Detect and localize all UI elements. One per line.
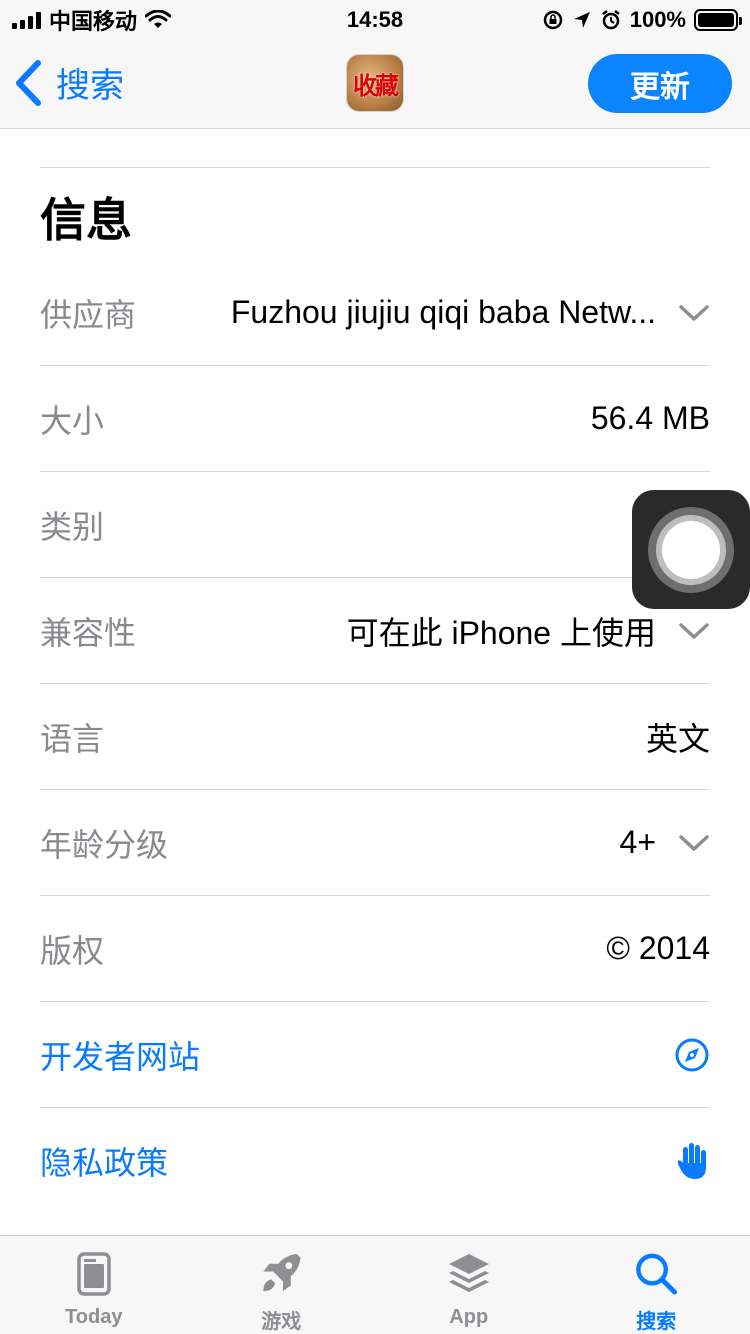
alarm-icon [601, 10, 620, 30]
row-label: 年龄分级 [40, 826, 169, 863]
row-age-rating[interactable]: 年龄分级 4+ [40, 790, 710, 896]
status-bar-right: 100% [542, 7, 742, 33]
carrier-label: 中国移动 [49, 9, 138, 34]
tab-search[interactable]: 搜索 [563, 1236, 750, 1334]
row-value: 可在此 iPhone 上使用 [346, 614, 656, 651]
navigation-bar: 搜索 收藏 更新 [0, 40, 750, 129]
assistive-touch-button[interactable] [632, 490, 750, 609]
layers-icon [448, 1254, 489, 1292]
row-value: 4+ [619, 824, 656, 860]
row-compatibility[interactable]: 兼容性 可在此 iPhone 上使用 [40, 578, 710, 684]
chevron-down-icon [679, 304, 709, 321]
link-label: 隐私政策 [40, 1145, 169, 1181]
row-value: 56.4 MB [590, 400, 710, 436]
battery-percent: 100% [629, 7, 686, 32]
divider [40, 167, 710, 168]
app-icon: 收藏 [347, 55, 403, 111]
search-icon [636, 1253, 678, 1295]
back-button[interactable]: 搜索 [14, 58, 124, 107]
row-label: 大小 [40, 402, 105, 439]
row-language: 语言 英文 [40, 684, 710, 790]
battery-icon [694, 9, 742, 31]
tab-label: Today [65, 1306, 123, 1328]
status-bar-left: 中国移动 [12, 4, 172, 36]
row-label: 供应商 [40, 296, 137, 333]
app-icon-text: 收藏 [353, 72, 399, 100]
row-label: 版权 [40, 932, 105, 969]
developer-website-link[interactable]: 开发者网站 [40, 1002, 710, 1108]
row-value: 英文 [645, 720, 710, 757]
rocket-icon [263, 1253, 301, 1292]
tab-label: 游戏 [261, 1311, 302, 1333]
today-icon [77, 1252, 111, 1296]
location-icon [573, 12, 590, 28]
row-value: Fuzhou jiujiu qiqi baba Netw... [230, 294, 656, 330]
row-value: © 2014 [606, 930, 710, 966]
info-section: 信息 供应商 Fuzhou jiujiu qiqi baba Netw... 大… [40, 129, 710, 1214]
link-label: 开发者网站 [40, 1038, 201, 1075]
tab-app[interactable]: App [375, 1236, 563, 1334]
row-category: 类别 [40, 472, 710, 578]
tab-games[interactable]: 游戏 [188, 1236, 376, 1334]
row-label: 语言 [40, 720, 105, 757]
section-title: 信息 [40, 194, 132, 246]
row-copyright: 版权 © 2014 [40, 896, 710, 1002]
tab-label: 搜索 [636, 1311, 677, 1333]
compass-icon [675, 1038, 709, 1071]
chevron-down-icon [679, 834, 709, 851]
tab-today[interactable]: Today [0, 1236, 188, 1334]
chevron-left-icon [16, 59, 41, 106]
back-button-label: 搜索 [56, 67, 124, 105]
status-bar: 中国移动 14:58 100% [0, 0, 750, 40]
row-label: 兼容性 [40, 614, 137, 651]
update-button[interactable]: 更新 [588, 54, 732, 113]
cellular-signal-icon [12, 11, 41, 29]
wifi-icon [145, 10, 172, 28]
hand-icon [677, 1143, 706, 1179]
chevron-down-icon [679, 622, 709, 639]
tab-label: App [449, 1306, 489, 1328]
tab-bar: Today 游戏 App 搜索 [0, 1235, 750, 1334]
rotation-lock-icon [543, 10, 562, 30]
info-list: 供应商 Fuzhou jiujiu qiqi baba Netw... 大小 5… [40, 260, 710, 1214]
privacy-policy-link[interactable]: 隐私政策 [40, 1108, 710, 1214]
row-provider[interactable]: 供应商 Fuzhou jiujiu qiqi baba Netw... [40, 260, 710, 366]
row-label: 类别 [40, 508, 105, 545]
row-size: 大小 56.4 MB [40, 366, 710, 472]
